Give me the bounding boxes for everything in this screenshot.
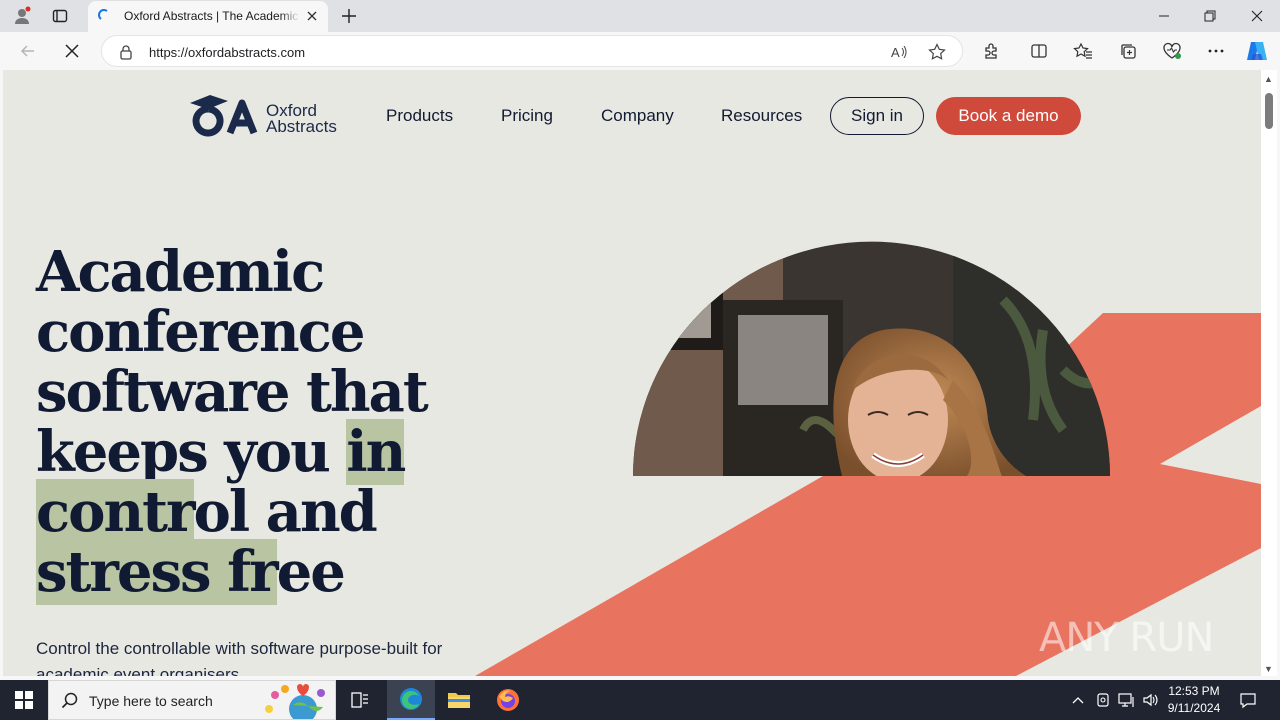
close-icon[interactable] xyxy=(1235,4,1279,28)
oa-logo-icon xyxy=(190,95,258,137)
webpage: Oxford Abstracts Products Pricing Compan… xyxy=(3,70,1261,676)
headline-highlight: in xyxy=(346,419,406,485)
headline-line: control and xyxy=(36,479,427,545)
scroll-up-arrow[interactable]: ▲ xyxy=(1264,74,1273,84)
hero-headline: Academic conference software that keeps … xyxy=(36,239,429,605)
clock-time: 12:53 PM xyxy=(1168,684,1220,698)
site-nav: Oxford Abstracts Products Pricing Compan… xyxy=(3,70,1261,162)
copilot-icon[interactable] xyxy=(1244,39,1270,63)
scrollbar[interactable]: ▲ ▼ xyxy=(1261,70,1277,676)
tab-title: Oxford Abstracts | The Academic Conferen… xyxy=(124,9,300,23)
back-icon[interactable] xyxy=(15,39,41,63)
close-icon[interactable] xyxy=(304,8,320,24)
meet-now-icon[interactable] xyxy=(1093,690,1113,710)
stop-icon[interactable] xyxy=(59,39,85,63)
minimize-icon[interactable] xyxy=(1142,4,1186,28)
taskbar: Type here to search 12:53 PM 9/11/2024 xyxy=(0,680,1280,720)
nav-company[interactable]: Company xyxy=(601,106,674,126)
headline-line: Academic xyxy=(36,239,325,305)
restore-icon[interactable] xyxy=(1188,4,1232,28)
nav-resources[interactable]: Resources xyxy=(721,106,802,126)
system-clock[interactable]: 12:53 PM 9/11/2024 xyxy=(1166,683,1222,717)
window-border xyxy=(0,70,3,680)
more-icon[interactable] xyxy=(1203,39,1229,63)
sign-in-button[interactable]: Sign in xyxy=(830,97,924,135)
hero-subtext: Control the controllable with software p… xyxy=(36,639,443,676)
edge-favicon-icon xyxy=(98,9,108,20)
headline-text: ee xyxy=(276,539,346,605)
performance-icon[interactable] xyxy=(1159,39,1185,63)
volume-icon[interactable] xyxy=(1141,690,1161,710)
headline-line: keeps you in xyxy=(36,419,427,485)
nav-products[interactable]: Products xyxy=(386,106,453,126)
taskbar-search[interactable]: Type here to search xyxy=(48,680,336,720)
scroll-thumb[interactable] xyxy=(1265,93,1273,129)
favorite-star-icon[interactable] xyxy=(928,43,946,61)
address-bar[interactable]: https://oxfordabstracts.com A xyxy=(101,35,963,67)
clock-date: 9/11/2024 xyxy=(1167,701,1221,715)
anyrun-watermark: ANY RUN xyxy=(1039,615,1214,661)
search-placeholder: Type here to search xyxy=(89,693,213,709)
headline-highlight: contr xyxy=(36,479,196,545)
notification-icon[interactable] xyxy=(1238,690,1258,710)
scroll-down-arrow[interactable]: ▼ xyxy=(1264,664,1273,674)
split-screen-icon[interactable] xyxy=(1026,39,1052,63)
url-text[interactable]: https://oxfordabstracts.com xyxy=(149,45,305,60)
hero-photo xyxy=(633,241,1110,476)
windows-start-icon[interactable] xyxy=(0,680,48,720)
favorites-icon[interactable] xyxy=(1070,39,1096,63)
search-icon xyxy=(61,692,78,709)
logo-word-abstracts: Abstracts xyxy=(266,117,337,136)
svg-text:A: A xyxy=(891,45,900,60)
headline-line: software that xyxy=(36,359,429,425)
edge-icon[interactable] xyxy=(387,680,435,720)
chevron-up-icon[interactable] xyxy=(1068,690,1088,710)
file-explorer-icon[interactable] xyxy=(435,680,483,720)
book-demo-button[interactable]: Book a demo xyxy=(936,97,1081,135)
headline-line: conference xyxy=(36,299,365,365)
collections-icon[interactable] xyxy=(1115,39,1141,63)
network-icon[interactable] xyxy=(1117,690,1137,710)
plus-icon[interactable] xyxy=(338,5,360,27)
headline-text: keeps you xyxy=(36,419,347,485)
search-highlight-icon xyxy=(265,684,325,719)
tab-actions-icon[interactable] xyxy=(46,4,74,28)
read-aloud-icon[interactable]: A xyxy=(890,43,908,61)
tab-active[interactable]: Oxford Abstracts | The Academic Conferen… xyxy=(88,1,328,32)
headline-line: stress free xyxy=(36,539,427,605)
site-logo[interactable]: Oxford Abstracts xyxy=(184,95,344,137)
task-view-icon[interactable] xyxy=(336,680,384,720)
tab-strip: Oxford Abstracts | The Academic Conferen… xyxy=(0,0,1280,32)
headline-highlight: stress fr xyxy=(36,539,279,605)
firefox-icon[interactable] xyxy=(484,680,532,720)
headline-text: ol and xyxy=(193,479,378,545)
lock-icon[interactable] xyxy=(119,44,133,60)
nav-pricing[interactable]: Pricing xyxy=(501,106,553,126)
profile-icon[interactable] xyxy=(8,4,36,28)
extensions-icon[interactable] xyxy=(978,39,1004,63)
browser-toolbar: https://oxfordabstracts.com A xyxy=(0,32,1280,70)
